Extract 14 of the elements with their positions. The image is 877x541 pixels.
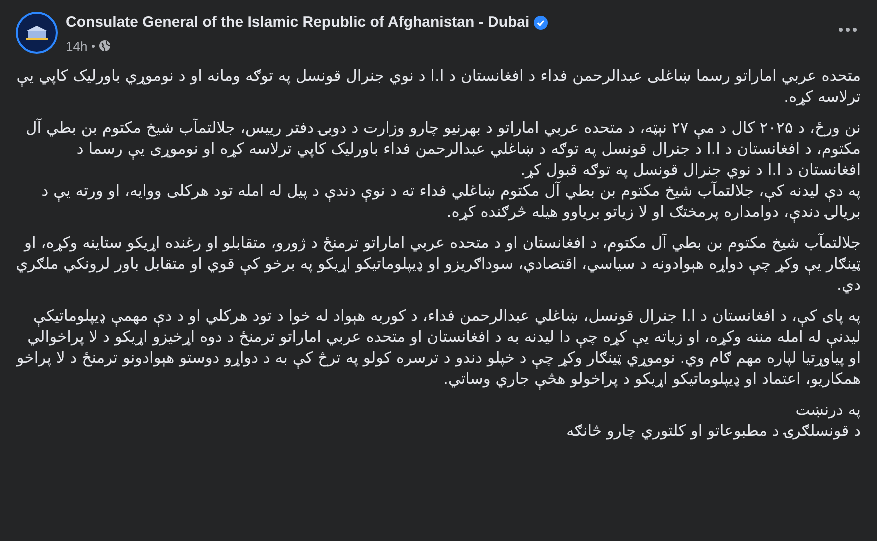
globe-icon <box>98 40 111 52</box>
more-options-icon[interactable] <box>839 28 857 32</box>
page-name[interactable]: Consulate General of the Islamic Republic of Afghanistan - Dubai <box>66 12 530 34</box>
post-time[interactable]: 14h <box>66 36 88 56</box>
post-text: د قونسلګرۍ د مطبوعاتو او کلتوري چارو څانګه <box>566 421 861 442</box>
post-text: جلالتمآب شیخ مکتوم بن بطي آل مکتوم، د افغانستان او د متحده عربي اماراتو ترمنځ د ژورو، متقابلو او رغنده اړیکو ستاینه وکړه، او ټینګار یې وکړ چې دواړه هېوادونه د سیاسي، اقتصادي، سوداګریزو او ډیپلوماتیکو اړیکو په برخو کې قوي او متقابل باور لرونکي ملګري دي. <box>16 233 861 296</box>
post-text: متحده عربي اماراتو رسما ښاغلی عبدالرحمن فداء د افغانستان د ا.ا د نوي جنرال قونسل په توګه ومانه او د نوموړي باورلیک کاپي یې ترلاسه کړه. <box>16 66 861 108</box>
separator-dot-icon <box>92 44 95 48</box>
post-text: په دې لیدنه کې، جلالتمآب شیخ مکتوم بن بطي آل مکتوم ښاغلي فداء ته د نوې دندې د پیل له امله تود هرکلی ووایه، او ورته یې د بریالۍ دندې، دوامداره پرمختګ او لا زیاتو بریاوو هیله څرګنده کړه. <box>40 181 861 223</box>
page-avatar[interactable] <box>16 12 58 54</box>
emblem-icon <box>26 26 48 40</box>
post-text: په درنښت <box>794 400 861 421</box>
post-text: نن ورځ، د ۲۰۲۵ کال د مې ۲۷ نېټه، د متحده عربي اماراتو د بهرنیو چارو وزارت د دوبۍ دفتر رییس، جلالتمآب شیخ مکتوم بن بطي آل مکتوم، د افغانستان د ا.ا د جنرال قونسل په توګه د ښاغلي عبدالرحمن فداء باورلیک کاپي ترلاسه کړه او نوموړی یې رسما د افغانستان د ا.ا د نوي جنرال قونسل په توګه قبول کړ. <box>24 118 861 181</box>
post-text: په پای کې، د افغانستان د ا.ا جنرال قونسل، ښاغلي عبدالرحمن فداء، د کوربه هېواد له خوا د تود هرکلي او د دې مهمې ډیپلوماتیکې لیدنې له امله مننه وکړه، او زیاته یې کړه چې دا لیدنه به د افغانستان او متحده عربي اماراتو ترمنځ د دوه اړخیزو اړیکو د لا پراخوالي او پیاوړتیا لپاره مهم ګام وي. نوموړي ټینګار وکړ چې د خپلو دندو د ترسره کولو په ترڅ کې به د دواړو دوستو هېوادونو ترمنځ د لا پراخو همکاریو، اعتماد او ډیپلوماتیکو اړیکو د پراخولو هڅې جاري وساتي. <box>16 306 861 390</box>
